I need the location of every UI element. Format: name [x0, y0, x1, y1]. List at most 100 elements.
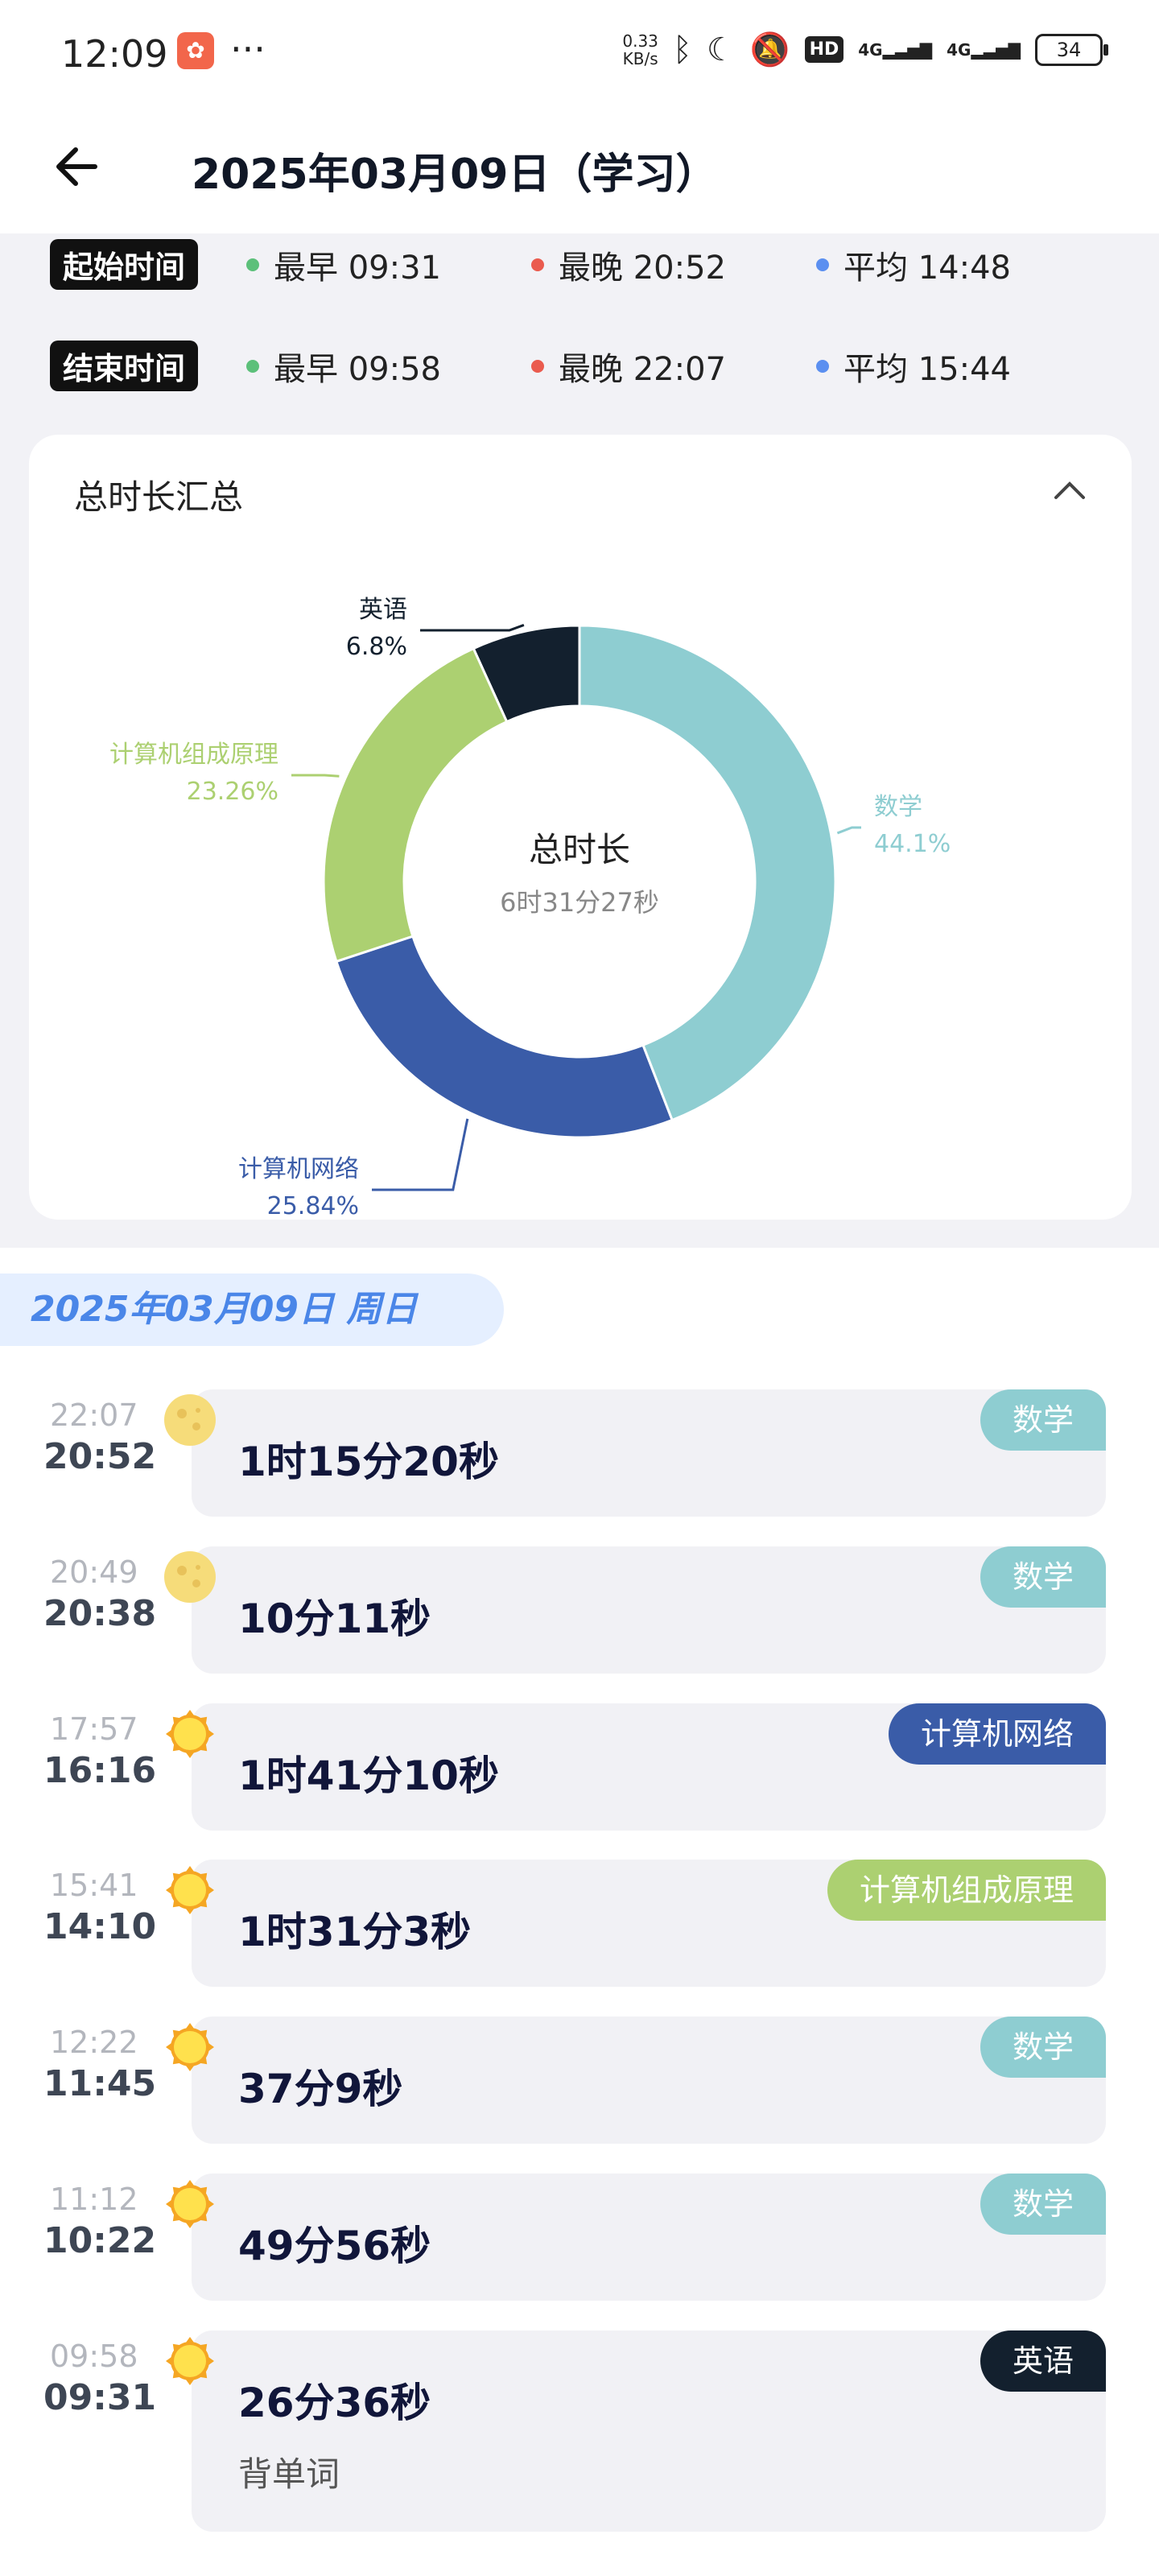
donut-value-label: 44.1%: [874, 830, 951, 858]
start-latest: 最晚 20:52: [531, 242, 726, 288]
end-time-stats: 结束时间: [50, 340, 199, 391]
donut-leader-line: [420, 624, 525, 632]
bluetooth-icon: ᛒ: [672, 31, 692, 68]
donut-category-label: 计算机网络: [238, 1155, 359, 1183]
signal-icon: 4G▂▃▅▇: [947, 39, 1021, 60]
session-entry[interactable]: 49分56秒 数学 11:12 10:22: [0, 2174, 1159, 2302]
subject-tag: 数学: [980, 1546, 1106, 1608]
sun-icon: [166, 1866, 214, 1914]
signal-label-2: 4G: [947, 39, 971, 60]
hd-icon: HD: [804, 36, 844, 63]
bell-off-icon: 🔕: [749, 31, 790, 68]
donut-value-label: 25.84%: [267, 1192, 359, 1220]
end-average: 平均 15:44: [816, 343, 1011, 390]
arrow-left-icon[interactable]: [48, 138, 105, 195]
chart-center-value: 6时31分27秒: [500, 887, 659, 918]
start-time-stats: 起始时间: [50, 238, 199, 290]
date-header: 2025年03月09日 周日: [0, 1274, 504, 1346]
subject-tag: 计算机网络: [888, 1703, 1106, 1765]
session-card[interactable]: 10分11秒 数学: [192, 1546, 1106, 1674]
session-end-time: 12:22: [50, 2025, 138, 2060]
subject-tag: 数学: [980, 2017, 1106, 2078]
subject-tag: 数学: [980, 2174, 1106, 2235]
end-earliest: 最早 09:58: [246, 343, 441, 390]
session-entry[interactable]: 37分9秒 数学 12:22 11:45: [0, 2017, 1159, 2145]
end-time-label: 结束时间: [50, 340, 199, 391]
session-end-time: 17:57: [50, 1711, 138, 1747]
session-card[interactable]: 1时15分20秒 数学: [192, 1389, 1106, 1517]
session-start-time: 14:10: [43, 1906, 157, 1947]
donut-value-label: 23.26%: [187, 778, 278, 806]
red-dot-icon: [531, 258, 544, 271]
green-dot-icon: [246, 360, 259, 373]
subject-tag: 数学: [980, 1389, 1106, 1451]
app-notification-icon: ✿: [177, 32, 214, 69]
battery-icon: 34: [1035, 33, 1108, 66]
session-card[interactable]: 37分9秒 数学: [192, 2017, 1106, 2144]
session-start-time: 09:31: [43, 2377, 157, 2418]
blue-dot-icon: [816, 360, 829, 373]
donut-leader-line: [291, 774, 340, 778]
sun-icon: [166, 2180, 214, 2228]
donut-leader-line: [836, 826, 861, 835]
session-duration: 26分36秒: [238, 2380, 431, 2426]
donut-chart: 总时长 6时31分27秒 数学 44.1% 计算机网络 25.84% 计算机组成原理 23…: [109, 596, 951, 1220]
session-end-time: 09:58: [50, 2339, 138, 2374]
start-latest-value: 最晚 20:52: [559, 250, 726, 287]
total-duration-card: 总时长汇总 总时长 6时31分27秒 数学 44.1% 计算机网络 25.84% 计算机…: [29, 435, 1132, 1220]
subject-tag: 英语: [980, 2330, 1106, 2392]
session-duration: 1时15分20秒: [238, 1439, 499, 1485]
session-duration: 1时41分10秒: [238, 1752, 499, 1799]
donut-slice: [578, 624, 837, 1122]
donut-slice: [335, 935, 674, 1139]
donut-slice: [322, 646, 509, 964]
session-entry[interactable]: 26分36秒背单词 英语 09:58 09:31: [0, 2330, 1159, 2532]
start-average-value: 平均 14:48: [843, 250, 1011, 287]
donut-leader-line: [372, 1118, 469, 1191]
end-latest-value: 最晚 22:07: [559, 351, 726, 388]
session-end-time: 11:12: [50, 2182, 138, 2217]
session-start-time: 20:52: [43, 1436, 157, 1477]
session-duration: 49分56秒: [238, 2223, 431, 2269]
blue-dot-icon: [816, 258, 829, 271]
session-end-time: 20:49: [50, 1554, 138, 1590]
session-card[interactable]: 1时31分3秒 计算机组成原理: [192, 1860, 1106, 1987]
session-duration: 10分11秒: [238, 1596, 431, 1642]
session-duration: 1时31分3秒: [238, 1909, 472, 1955]
network-speed-unit: KB/s: [622, 48, 658, 68]
status-bar: 12:09 ✿ ··· 0.33 KB/s ᛒ ☾ 🔕 HD 4G▂▃▅▇ 4G…: [0, 0, 1159, 105]
session-entry[interactable]: 1时31分3秒 计算机组成原理 15:41 14:10: [0, 1860, 1159, 1988]
session-end-time: 22:07: [50, 1397, 138, 1433]
session-entry[interactable]: 1时15分20秒 数学 22:07 20:52: [0, 1389, 1159, 1518]
start-earliest-value: 最早 09:31: [274, 250, 441, 287]
network-speed: 0.33 KB/s: [622, 32, 658, 68]
donut-category-label: 计算机组成原理: [109, 741, 278, 769]
signal-label-1: 4G: [858, 39, 883, 60]
session-card[interactable]: 1时41分10秒 计算机网络: [192, 1703, 1106, 1831]
sun-icon: [166, 2337, 214, 2385]
end-earliest-value: 最早 09:58: [274, 351, 441, 388]
start-time-label: 起始时间: [50, 238, 199, 290]
session-end-time: 15:41: [50, 1868, 138, 1903]
network-speed-value: 0.33: [622, 31, 658, 51]
green-dot-icon: [246, 258, 259, 271]
status-time: 12:09: [61, 32, 168, 76]
donut-value-label: 6.8%: [346, 633, 407, 661]
page-title: 2025年03月09日（学习）: [192, 151, 718, 199]
sun-icon: [166, 1710, 214, 1758]
session-start-time: 20:38: [43, 1593, 157, 1634]
session-card[interactable]: 26分36秒背单词 英语: [192, 2330, 1106, 2532]
moon-icon: [164, 1551, 216, 1603]
moon-icon: ☾: [706, 31, 736, 68]
status-icons: 0.33 KB/s ᛒ ☾ 🔕 HD 4G▂▃▅▇ 4G▂▃▅▇ 34: [622, 31, 1108, 68]
chart-center-label: 总时长: [529, 830, 630, 869]
session-entry[interactable]: 10分11秒 数学 20:49 20:38: [0, 1546, 1159, 1675]
donut-category-label: 数学: [874, 793, 922, 821]
session-entry[interactable]: 1时41分10秒 计算机网络 17:57 16:16: [0, 1703, 1159, 1832]
end-average-value: 平均 15:44: [843, 351, 1011, 388]
more-icon: ···: [230, 27, 266, 71]
session-card[interactable]: 49分56秒 数学: [192, 2174, 1106, 2301]
signal-icon: 4G▂▃▅▇: [858, 39, 933, 60]
start-earliest: 最早 09:31: [246, 242, 441, 288]
session-note: 背单词: [238, 2454, 340, 2494]
